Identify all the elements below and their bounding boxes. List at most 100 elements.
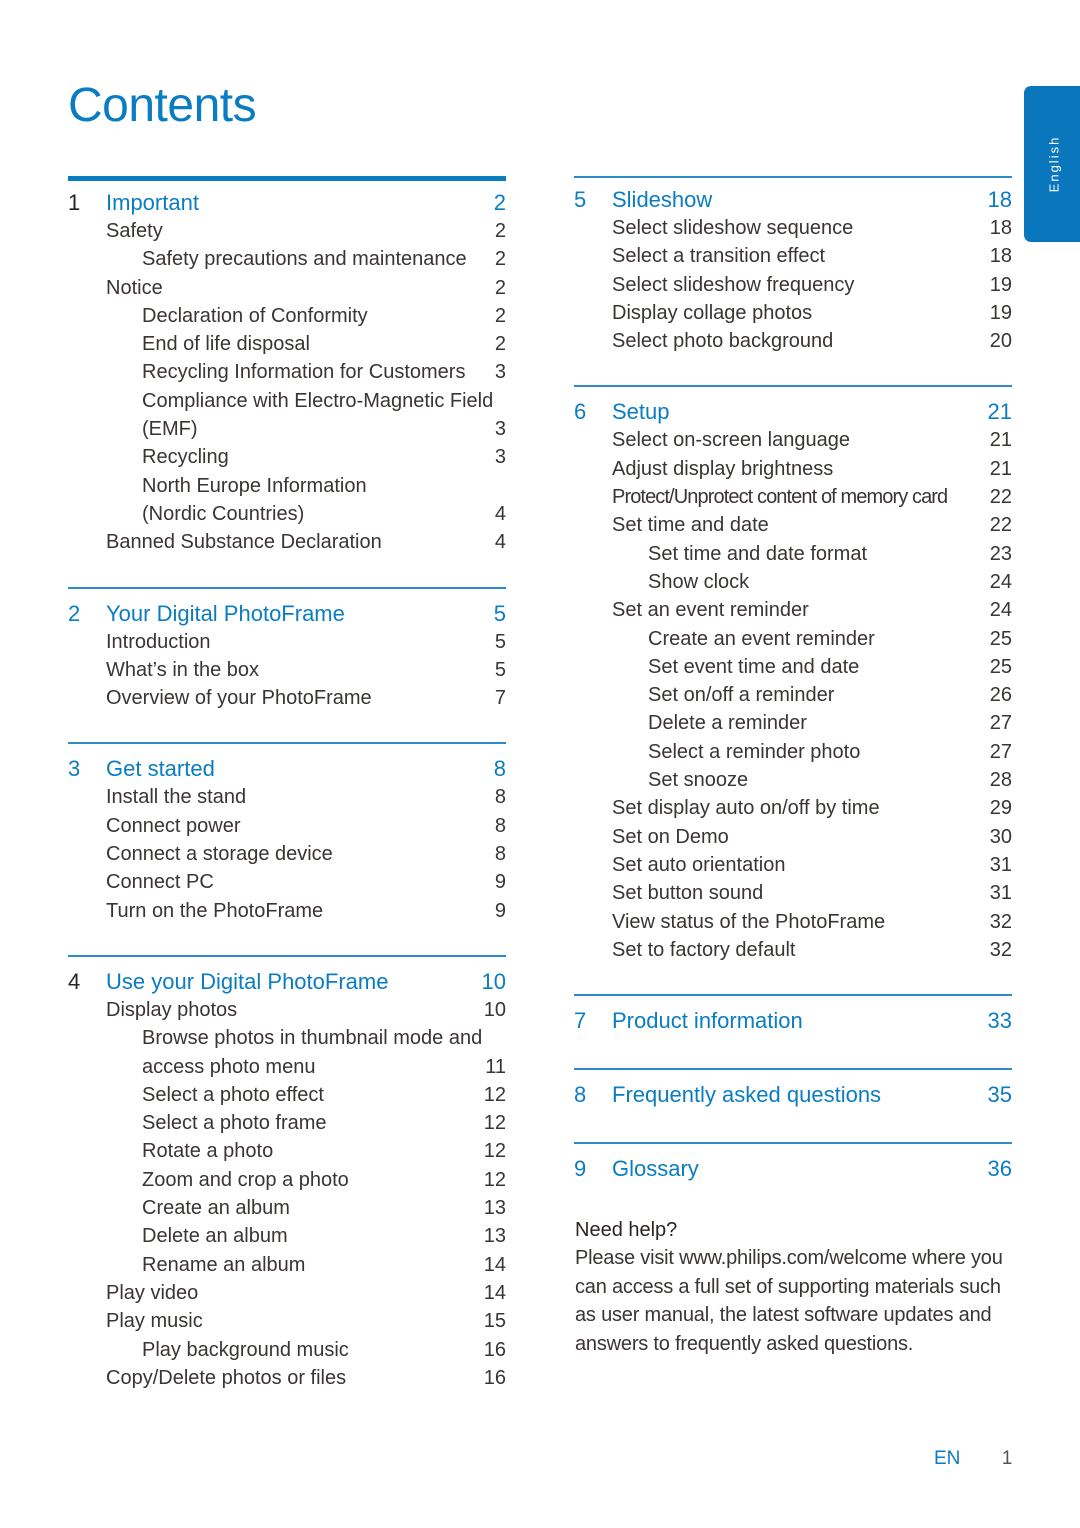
toc-entry-title: Rotate a photo — [142, 1140, 274, 1163]
toc-entry[interactable]: Safety precautions and maintenance 2 — [68, 245, 506, 273]
toc-entry[interactable]: End of life disposal 2 — [68, 330, 506, 358]
toc-entry[interactable]: Play video 14 — [68, 1279, 506, 1307]
toc-entry[interactable]: Select a photo frame 12 — [68, 1109, 506, 1137]
toc-entry[interactable]: Select photo background 20 — [574, 327, 1012, 355]
toc-entry[interactable]: (EMF) 3 — [68, 415, 506, 443]
toc-entry-page: 26 — [989, 684, 1012, 707]
toc-entry[interactable]: Play background music 16 — [68, 1336, 506, 1364]
toc-entry[interactable]: Select a photo effect 12 — [68, 1081, 506, 1109]
toc-right-column: 5 Slideshow 18 Select slideshow sequence 18 S… — [574, 176, 1012, 1183]
toc-entry[interactable]: Turn on the PhotoFrame 9 — [68, 897, 506, 925]
toc-entry[interactable]: Compliance with Electro-Magnetic Field — [68, 387, 506, 415]
toc-entry[interactable]: North Europe Information — [68, 472, 506, 500]
toc-chapter-heading[interactable]: 4 Use your Digital PhotoFrame 10 — [68, 968, 506, 996]
toc-entry[interactable]: Display photos 10 — [68, 996, 506, 1024]
toc-entry[interactable]: Set auto orientation 31 — [574, 851, 1012, 879]
toc-entry[interactable]: Select slideshow frequency 19 — [574, 271, 1012, 299]
toc-chapter-heading[interactable]: 3 Get started 8 — [68, 755, 506, 783]
toc-entry[interactable]: Set button sound 31 — [574, 879, 1012, 907]
toc-entry[interactable]: Set display auto on/off by time 29 — [574, 794, 1012, 822]
toc-entry[interactable]: Rotate a photo 12 — [68, 1137, 506, 1165]
toc-entry[interactable]: Recycling 3 — [68, 443, 506, 471]
toc-entry-title: Select a photo frame — [142, 1112, 327, 1135]
toc-entry[interactable]: Create an album 13 — [68, 1194, 506, 1222]
toc-entry[interactable]: Connect PC 9 — [68, 868, 506, 896]
toc-entry-page: 18 — [989, 217, 1012, 239]
toc-entry[interactable]: access photo menu 11 — [68, 1053, 506, 1081]
chapter-title: Your Digital PhotoFrame — [106, 600, 345, 626]
toc-entry-title: (Nordic Countries) — [142, 502, 305, 525]
toc-entry[interactable]: Banned Substance Declaration 4 — [68, 528, 506, 556]
toc-chapter-heading[interactable]: 1 Important 2 — [68, 189, 506, 217]
toc-entry[interactable]: Select on-screen language 21 — [574, 426, 1012, 454]
toc-entry[interactable]: Set time and date format 23 — [574, 540, 1012, 568]
toc-entry-page: 28 — [989, 769, 1012, 792]
toc-entry[interactable]: Set on/off a reminder 26 — [574, 681, 1012, 709]
toc-entry-page: 31 — [989, 853, 1012, 876]
toc-entry[interactable]: Zoom and crop a photo 12 — [68, 1166, 506, 1194]
toc-entry[interactable]: Rename an album 14 — [68, 1251, 506, 1279]
toc-entry[interactable]: Set snooze 28 — [574, 766, 1012, 794]
chapter-page: 33 — [987, 1008, 1012, 1034]
toc-chapter-heading[interactable]: 2 Your Digital PhotoFrame 5 — [68, 600, 506, 628]
toc-entry[interactable]: Delete a reminder 27 — [574, 709, 1012, 737]
toc-entry-title: Banned Substance Declaration — [106, 531, 382, 554]
toc-entry[interactable]: What’s in the box 5 — [68, 656, 506, 684]
toc-entry-page: 7 — [494, 687, 506, 710]
toc-entry[interactable]: Show clock 24 — [574, 568, 1012, 596]
toc-entry-page: 12 — [483, 1140, 506, 1163]
toc-chapter-heading[interactable]: 9 Glossary 36 — [574, 1155, 1012, 1183]
toc-entry[interactable]: Adjust display brightness 21 — [574, 455, 1012, 483]
toc-entry[interactable]: Set to factory default 32 — [574, 936, 1012, 964]
toc-entry[interactable]: Create an event reminder 25 — [574, 625, 1012, 653]
toc-entry-title: Turn on the PhotoFrame — [106, 899, 324, 922]
toc-entry-page: 10 — [483, 998, 506, 1021]
toc-entry[interactable]: View status of the PhotoFrame 32 — [574, 908, 1012, 936]
toc-entry-title: Show clock — [648, 570, 750, 593]
toc-entry[interactable]: Browse photos in thumbnail mode and — [68, 1024, 506, 1052]
chapter-page: 21 — [987, 399, 1012, 425]
toc-entry-title: Display photos — [106, 998, 238, 1021]
toc-entry-page: 24 — [989, 570, 1012, 593]
chapter-title: Glossary — [612, 1156, 699, 1182]
toc-section: 7 Product information 33 — [574, 994, 1012, 1035]
toc-entry[interactable]: Delete an album 13 — [68, 1222, 506, 1250]
toc-entry[interactable]: Connect power 8 — [68, 812, 506, 840]
toc-entry[interactable]: Select slideshow sequence 18 — [574, 214, 1012, 242]
footer-language: EN — [934, 1448, 961, 1469]
toc-entry[interactable]: Copy/Delete photos or files 16 — [68, 1364, 506, 1392]
toc-entry[interactable]: Overview of your PhotoFrame 7 — [68, 684, 506, 712]
toc-entry[interactable]: Select a reminder photo 27 — [574, 738, 1012, 766]
toc-entry[interactable]: Set time and date 22 — [574, 511, 1012, 539]
toc-entry-page: 16 — [483, 1366, 506, 1389]
toc-entry[interactable]: Introduction 5 — [68, 628, 506, 656]
toc-entry-title: Select on-screen language — [612, 429, 850, 452]
toc-entry[interactable]: Protect/Unprotect content of memory card… — [574, 483, 1012, 511]
toc-entry[interactable]: Play music 15 — [68, 1307, 506, 1335]
toc-chapter-heading[interactable]: 8 Frequently asked questions 35 — [574, 1081, 1012, 1109]
toc-entry[interactable]: Install the stand 8 — [68, 783, 506, 811]
toc-entry-page: 27 — [989, 740, 1012, 763]
toc-entry[interactable]: Notice 2 — [68, 274, 506, 302]
toc-entry[interactable]: Display collage photos 19 — [574, 299, 1012, 327]
toc-entry[interactable]: Declaration of Conformity 2 — [68, 302, 506, 330]
toc-chapter-heading[interactable]: 7 Product information 33 — [574, 1007, 1012, 1035]
toc-entry-title: Introduction — [106, 630, 211, 653]
toc-entry[interactable]: Select a transition effect 18 — [574, 242, 1012, 270]
toc-section: 8 Frequently asked questions 35 — [574, 1068, 1012, 1109]
toc-section: 9 Glossary 36 — [574, 1142, 1012, 1183]
toc-chapter-heading[interactable]: 5 Slideshow 18 — [574, 186, 1012, 214]
toc-entry[interactable]: (Nordic Countries) 4 — [68, 500, 506, 528]
chapter-number: 3 — [68, 756, 81, 782]
toc-entry[interactable]: Set event time and date 25 — [574, 653, 1012, 681]
toc-entry-page: 8 — [494, 814, 506, 837]
toc-entry-title: Delete an album — [142, 1225, 288, 1248]
toc-entry[interactable]: Safety 2 — [68, 217, 506, 245]
toc-entry[interactable]: Recycling Information for Customers 3 — [68, 358, 506, 386]
toc-entry[interactable]: Set on Demo 30 — [574, 823, 1012, 851]
toc-entry[interactable]: Connect a storage device 8 — [68, 840, 506, 868]
toc-entry-page: 25 — [989, 627, 1012, 650]
toc-entry[interactable]: Set an event reminder 24 — [574, 596, 1012, 624]
toc-chapter-heading[interactable]: 6 Setup 21 — [574, 398, 1012, 426]
toc-entry-page: 29 — [989, 797, 1012, 820]
